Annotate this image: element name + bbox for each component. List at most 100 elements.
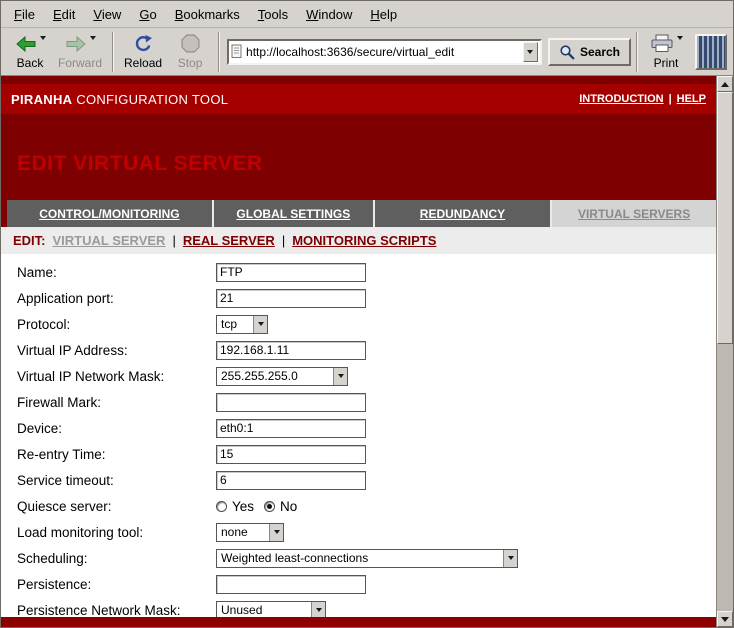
toolbar-separator [636,32,638,72]
navigation-toolbar: Back Forward Reload Stop [1,28,733,76]
field-label: Re-entry Time: [17,447,216,462]
firewall-mark-input[interactable] [216,393,366,412]
form-row: Persistence Network Mask: Unused [17,597,716,617]
partial-footer-bar [1,617,716,627]
form-row: Virtual IP Address: [17,337,716,363]
quiesce-server-radio-group: Yes No [216,499,307,514]
search-button[interactable]: Search [548,38,631,66]
quiesce-no-radio[interactable] [264,501,275,512]
back-button[interactable]: Back [7,30,53,74]
radio-label: No [280,499,297,514]
subnav-prefix: EDIT: [13,233,46,248]
form-row: Virtual IP Network Mask: 255.255.255.0 [17,363,716,389]
subnav-link-monitoring-scripts[interactable]: MONITORING SCRIPTS [292,233,436,248]
device-input[interactable] [216,419,366,438]
field-label: Scheduling: [17,551,216,566]
menu-bar: File Edit View Go Bookmarks Tools Window… [1,1,733,28]
scheduling-select[interactable]: Weighted least-connections [216,549,518,568]
mozilla-throbber-icon[interactable] [695,34,727,70]
application-port-input[interactable] [216,289,366,308]
field-label: Application port: [17,291,216,306]
introduction-link[interactable]: INTRODUCTION [579,93,663,105]
scroll-up-button[interactable] [717,76,733,92]
quiesce-yes-radio[interactable] [216,501,227,512]
chevron-down-icon [269,524,283,541]
form-row: Re-entry Time: [17,441,716,467]
menu-view[interactable]: View [84,3,130,26]
form-row: Quiesce server: Yes No [17,493,716,519]
load-monitoring-tool-select[interactable]: none [216,523,284,542]
vertical-scrollbar [716,76,733,627]
stop-button[interactable]: Stop [167,30,213,74]
field-label: Service timeout: [17,473,216,488]
subnav-link-virtual-server[interactable]: VIRTUAL SERVER [53,233,166,248]
search-label: Search [580,45,620,59]
link-separator: | [669,93,672,105]
menu-tools[interactable]: Tools [249,3,297,26]
field-label: Persistence: [17,577,216,592]
back-label: Back [17,56,44,70]
scrollbar-thumb[interactable] [717,92,733,344]
menu-window[interactable]: Window [297,3,361,26]
piranha-brand: PIRANHA CONFIGURATION TOOL [11,92,228,107]
field-label: Virtual IP Network Mask: [17,369,216,384]
browser-window: File Edit View Go Bookmarks Tools Window… [0,0,734,628]
menu-help[interactable]: Help [361,3,406,26]
tab-virtual-servers[interactable]: VIRTUAL SERVERS [552,200,716,227]
tab-global-settings[interactable]: GLOBAL SETTINGS [214,200,375,227]
field-label: Device: [17,421,216,436]
subnav-separator: | [172,233,175,248]
stop-label: Stop [178,56,203,70]
tab-bar: CONTROL/MONITORING GLOBAL SETTINGS REDUN… [1,200,716,227]
reload-button[interactable]: Reload [119,30,167,74]
service-timeout-input[interactable] [216,471,366,490]
re-entry-time-input[interactable] [216,445,366,464]
chevron-down-icon [527,50,533,54]
field-label: Firewall Mark: [17,395,216,410]
name-input[interactable] [216,263,366,282]
menu-go[interactable]: Go [130,3,165,26]
menu-bookmarks[interactable]: Bookmarks [166,3,249,26]
subnav-link-real-server[interactable]: REAL SERVER [183,233,275,248]
print-label: Print [654,56,679,70]
menu-edit[interactable]: Edit [44,3,84,26]
help-link[interactable]: HELP [677,93,706,105]
protocol-select[interactable]: tcp [216,315,268,334]
form-row: Name: [17,259,716,285]
virtual-ip-address-input[interactable] [216,341,366,360]
persistence-network-mask-select[interactable]: Unused [216,601,326,618]
url-input[interactable] [243,45,523,59]
forward-button[interactable]: Forward [53,30,107,74]
menu-file[interactable]: File [5,3,44,26]
form-row: Load monitoring tool: none [17,519,716,545]
virtual-server-form: Name: Application port: Protocol: tcp Vi… [1,254,716,617]
browser-viewport: PIRANHA CONFIGURATION TOOL INTRODUCTION … [1,76,733,627]
tab-control-monitoring[interactable]: CONTROL/MONITORING [7,200,214,227]
radio-label: Yes [232,499,254,514]
form-row: Protocol: tcp [17,311,716,337]
chevron-down-icon [333,368,347,385]
virtual-ip-network-mask-select[interactable]: 255.255.255.0 [216,367,348,386]
stop-icon [181,34,200,53]
field-label: Protocol: [17,317,216,332]
url-dropdown-button[interactable] [523,42,538,62]
persistence-input[interactable] [216,575,366,594]
toolbar-separator [112,32,114,72]
arrow-down-icon [721,617,729,622]
form-row: Device: [17,415,716,441]
scroll-down-button[interactable] [717,611,733,627]
subnav-separator: | [282,233,285,248]
print-button[interactable]: Print [643,30,689,74]
tab-redundancy[interactable]: REDUNDANCY [375,200,552,227]
forward-arrow-icon [65,34,87,54]
print-options-caret-icon [677,36,683,40]
form-row: Application port: [17,285,716,311]
scrollbar-track[interactable] [717,344,733,611]
page-icon [231,44,243,59]
page-banner: EDIT VIRTUAL SERVER [1,114,716,200]
chevron-down-icon [503,550,517,567]
subnav: EDIT: VIRTUAL SERVER | REAL SERVER | MON… [1,227,716,254]
back-arrow-icon [15,34,37,54]
form-row: Service timeout: [17,467,716,493]
printer-icon [650,34,674,53]
